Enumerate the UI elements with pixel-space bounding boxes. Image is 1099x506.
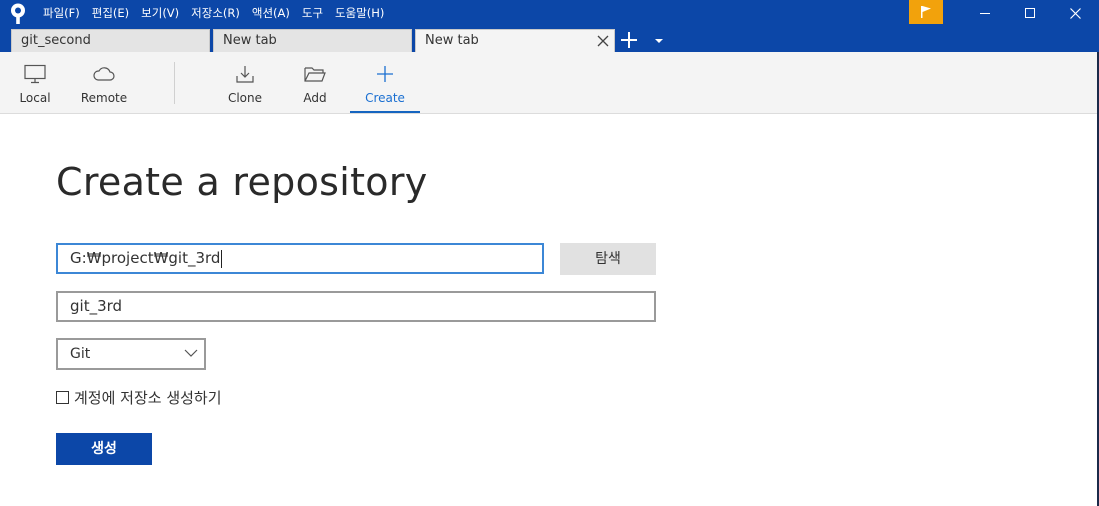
vcs-type-select[interactable]: Git [56,338,206,370]
tab-list-dropdown-icon[interactable] [653,36,665,46]
add-tab-icon[interactable] [620,31,638,49]
tab-close-icon[interactable] [597,35,609,47]
menu-bar: 파일(F) 편집(E) 보기(V) 저장소(R) 액션(A) 도구 도움말(H) [43,4,396,22]
create-on-account-checkbox[interactable] [56,390,69,404]
minimize-icon [980,13,990,14]
remote-button[interactable]: Remote [69,52,139,113]
clone-button[interactable]: Clone [210,52,280,113]
destination-path-value: G:₩project₩git_3rd [70,249,221,267]
tab-new-tab-1[interactable]: New tab [213,29,412,52]
title-bar: 파일(F) 편집(E) 보기(V) 저장소(R) 액션(A) 도구 도움말(H)… [0,0,1099,52]
local-button[interactable]: Local [0,52,70,113]
minimize-button[interactable] [962,0,1008,26]
clone-label: Clone [227,91,263,105]
add-button[interactable]: Add [280,52,350,113]
menu-edit[interactable]: 편집(E) [92,4,129,22]
menu-tools[interactable]: 도구 [302,4,323,22]
menu-view[interactable]: 보기(V) [141,4,179,22]
plus-icon [377,66,393,82]
chevron-down-icon [184,349,198,357]
create-button-tab[interactable]: Create [350,52,420,113]
remote-label: Remote [80,91,128,105]
cloud-icon [93,67,115,81]
menu-actions[interactable]: 액션(A) [252,4,290,22]
add-label: Add [303,91,327,105]
create-submit-button[interactable]: 생성 [56,433,152,465]
menu-help[interactable]: 도움말(H) [335,4,384,22]
close-window-button[interactable] [1052,0,1098,26]
download-icon [236,66,254,83]
local-label: Local [19,91,51,105]
tab-git-second[interactable]: git_second [11,29,210,52]
close-icon [1069,7,1081,19]
menu-repository[interactable]: 저장소(R) [191,4,240,22]
text-caret [221,249,223,268]
tab-label: New tab [223,33,277,48]
create-on-account-label: 계정에 저장소 생성하기 [74,388,222,407]
flag-icon [921,6,931,18]
browse-button[interactable]: 탐색 [560,243,656,275]
destination-path-input[interactable]: G:₩project₩git_3rd [56,243,544,274]
create-label: Create [365,91,405,105]
folder-open-icon [304,67,326,82]
notification-flag-button[interactable] [909,0,943,24]
maximize-button[interactable] [1007,0,1053,26]
monitor-icon [24,64,46,84]
create-on-account-option[interactable]: 계정에 저장소 생성하기 [56,387,222,407]
tab-label: git_second [21,33,91,48]
sourcetree-logo-icon[interactable] [9,3,27,25]
repository-name-input[interactable]: git_3rd [56,291,656,322]
maximize-icon [1025,8,1035,18]
vcs-type-value: Git [70,346,91,362]
menu-file[interactable]: 파일(F) [43,4,80,22]
toolbar-divider [174,62,175,104]
tab-label: New tab [425,33,479,48]
tab-new-tab-active[interactable]: New tab [415,29,615,52]
page-title: Create a repository [56,160,428,204]
repository-toolbar: Local Remote Clone Add Create [0,52,1099,114]
repository-name-value: git_3rd [70,297,123,315]
